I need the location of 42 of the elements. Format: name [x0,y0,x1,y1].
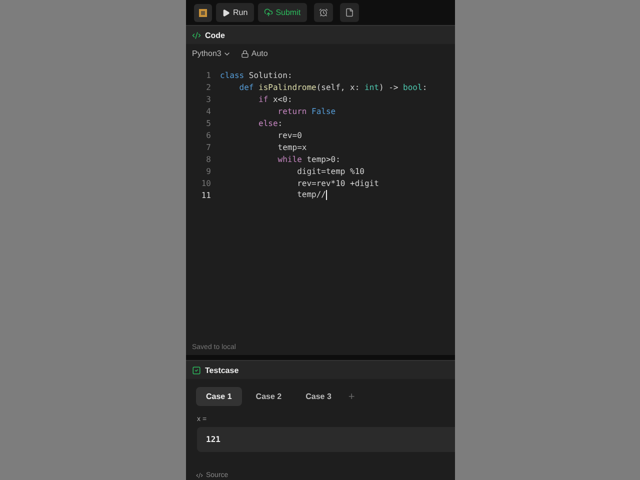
lock-icon [241,50,250,58]
code-line: rev=rev*10 +digit [296,178,379,188]
case-tab[interactable]: Case 3 [296,387,342,406]
auto-mode-toggle[interactable]: Auto [241,49,268,58]
line-number: 8 [205,154,211,164]
case-tab[interactable]: Case 1 [196,387,242,406]
checkbox-icon [192,366,201,374]
code-icon [192,30,201,40]
panel-title: Code [205,30,225,40]
panel-title: Testcase [205,366,239,374]
language-select[interactable]: Python3 [192,49,232,58]
line-number: 4 [205,106,211,116]
code-line: digit=temp %10 [296,166,364,176]
submit-button[interactable]: Submit [258,3,307,22]
line-number: 9 [205,166,211,176]
code-editor[interactable]: 1 class Solution: 2 def isPalindrome(self, x: int) -> bool: 3 if x<0: 4 return False 5 else: 6 rev=0 7 temp=x 8 while temp>0: 9 digit=temp %10 10 rev=rev*10 +digit 11 temp// [186,63,455,340]
line-number: 7 [205,142,211,152]
code-line: while temp>0: [276,154,340,164]
file-icon[interactable] [340,3,359,22]
logo-icon[interactable] [194,4,212,22]
line-number: 6 [205,130,211,140]
play-icon [222,8,230,16]
input-field[interactable]: 121 [197,427,455,452]
line-number: 10 [200,178,211,188]
run-button[interactable]: Run [216,3,254,22]
code-line: temp=x [276,142,307,152]
code-line: def isPalindrome(self, x: int) -> bool: [238,82,428,92]
line-number: 5 [205,118,211,128]
case-tab[interactable]: Case 2 [246,387,292,406]
line-number: 3 [205,94,211,104]
code-line: class Solution: [220,70,292,80]
cloud-upload-icon [264,8,273,17]
line-number: 2 [205,82,211,92]
line-number: 11 [200,190,211,200]
line-number: 1 [205,70,211,80]
code-line: else: [258,118,283,128]
code-line: return False [276,106,336,116]
code-line: rev=0 [276,130,302,140]
code-line: temp// [296,190,327,200]
code-line: if x<0: [258,94,292,104]
code-icon [196,472,203,479]
alarm-clock-icon[interactable] [314,3,333,22]
